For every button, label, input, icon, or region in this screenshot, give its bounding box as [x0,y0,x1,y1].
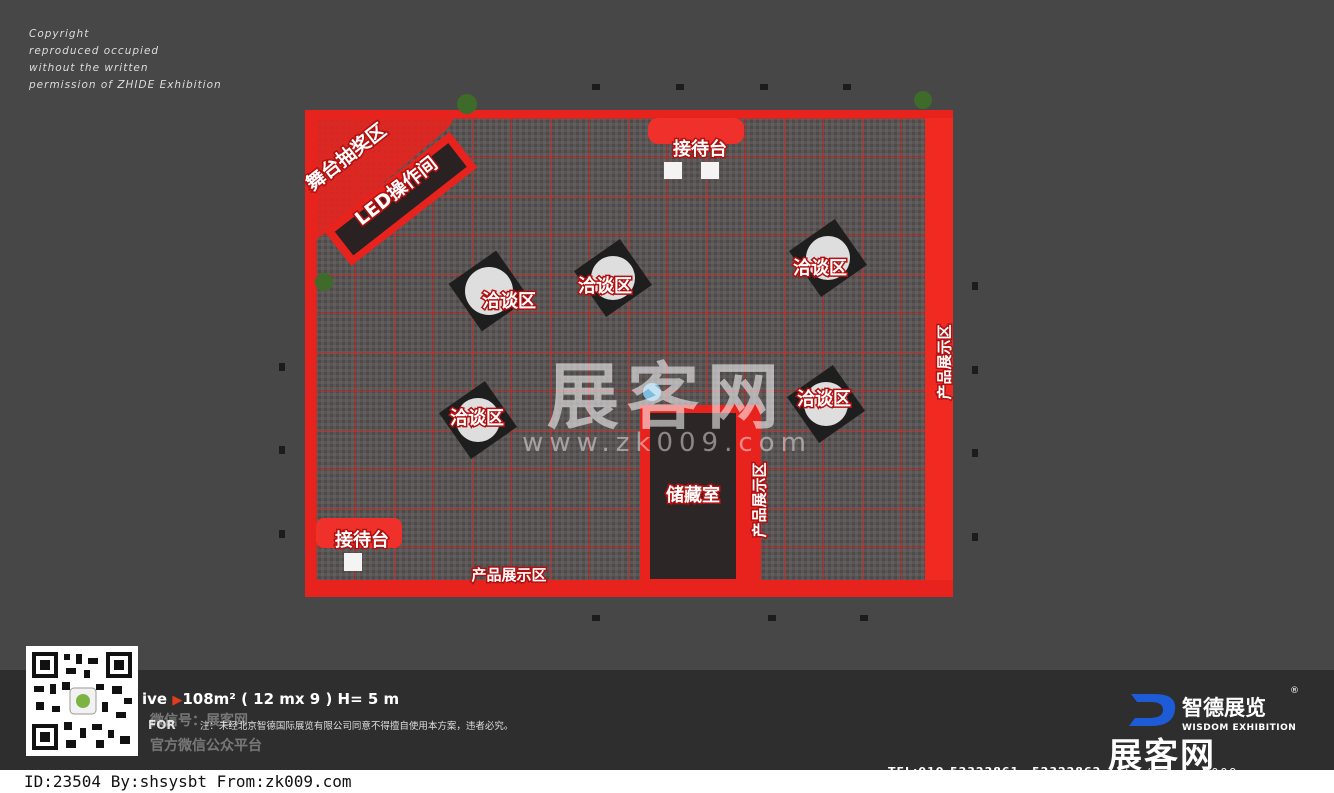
plant-icon [914,91,932,109]
project-name: ive [142,690,168,708]
negotiation-label: 洽谈区 [793,257,847,279]
stool [664,162,682,179]
reception-label-top: 接待台 [673,138,727,160]
product-label-mid: 产品展示区 [751,462,769,537]
area-value: 108m² [182,690,236,708]
stool [701,162,719,179]
stool [344,553,362,571]
negotiation-label: 洽谈区 [578,275,632,297]
bottom-wall [305,580,953,597]
dimensions-value: ( 12 mx 9 ) [241,690,333,708]
plant-icon [457,94,477,114]
booth-floor-plan: 舞台抽奖区 LED操作间 接待台 接待台 洽谈区 洽谈区 洽谈区 洽谈区 洽谈区… [279,84,978,621]
registered-mark: ® [1290,686,1299,696]
spec-row: ive ▶108m² ( 12 mx 9 ) H= 5 m [142,690,399,708]
wisdom-logo-icon [1129,694,1176,726]
height-value: H= 5 m [337,690,400,708]
official-account-watermark: 官方微信公众平台 [150,738,262,754]
plant-icon [315,273,333,291]
negotiation-label: 洽谈区 [482,290,536,312]
footer-id-text: ID:23504 By:shsysbt From:zk009.com [24,772,352,791]
wechat-watermark: 微信号：展客网 [150,713,248,729]
qr-code-icon [26,646,138,756]
watermark-url: www.zk009.com [522,428,812,458]
brand-name-cn: 智德展览 [1182,696,1266,720]
play-arrow-icon: ▶ [172,693,183,708]
storage-label: 储藏室 [665,484,720,506]
reception-label-bottom: 接待台 [335,529,389,551]
product-label-bottom: 产品展示区 [471,566,546,584]
